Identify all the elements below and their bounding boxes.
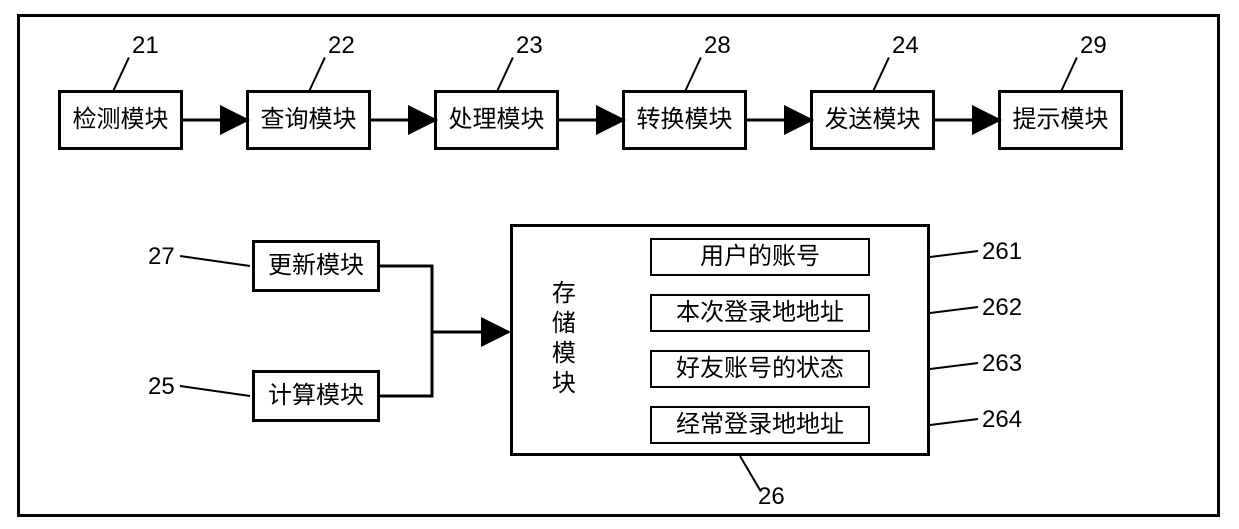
box-21: 检测模块 (58, 90, 183, 150)
num-23: 23 (516, 32, 543, 60)
num-262: 262 (982, 294, 1022, 322)
label-26-title: 存储模块 (547, 280, 573, 400)
box-262: 本次登录地地址 (650, 294, 870, 332)
box-261: 用户的账号 (650, 238, 870, 276)
num-261: 261 (982, 238, 1022, 266)
num-263: 263 (982, 350, 1022, 378)
box-29: 提示模块 (998, 90, 1123, 150)
box-25: 计算模块 (252, 370, 380, 422)
box-27: 更新模块 (252, 240, 380, 292)
num-28: 28 (704, 32, 731, 60)
num-22: 22 (328, 32, 355, 60)
num-29: 29 (1080, 32, 1107, 60)
box-22: 查询模块 (246, 90, 371, 150)
box-23: 处理模块 (434, 90, 559, 150)
box-263: 好友账号的状态 (650, 350, 870, 388)
num-264: 264 (982, 406, 1022, 434)
box-28: 转换模块 (622, 90, 747, 150)
num-24: 24 (892, 32, 919, 60)
num-27: 27 (148, 243, 175, 271)
box-264: 经常登录地地址 (650, 406, 870, 444)
box-24: 发送模块 (810, 90, 935, 150)
num-21: 21 (132, 32, 159, 60)
diagram-canvas: 检测模块 查询模块 处理模块 转换模块 发送模块 提示模块 21 22 23 2… (0, 0, 1239, 529)
num-26: 26 (758, 483, 785, 511)
num-25: 25 (148, 373, 175, 401)
